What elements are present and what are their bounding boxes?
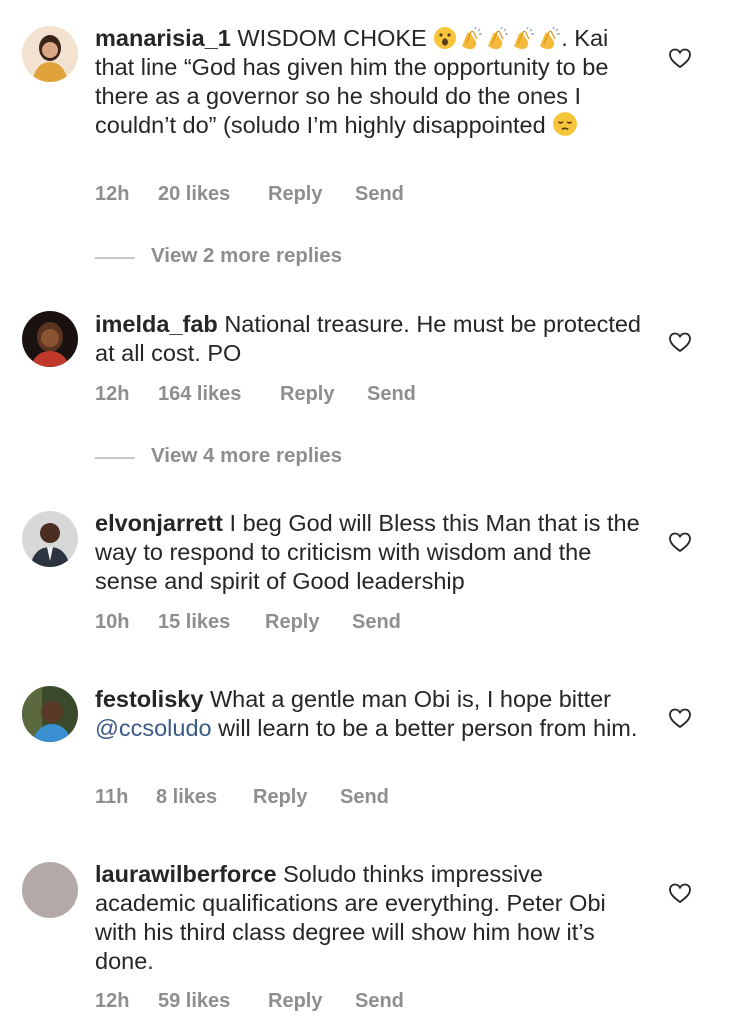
- heart-outline-icon[interactable]: [668, 531, 692, 553]
- likes-count[interactable]: 8 likes: [156, 786, 217, 809]
- likes-count[interactable]: 59 likes: [158, 990, 230, 1013]
- heart-outline-icon[interactable]: [668, 331, 692, 353]
- heart-outline-icon[interactable]: [668, 882, 692, 904]
- clapping-hands-icon: [540, 26, 561, 50]
- avatar[interactable]: [22, 686, 78, 742]
- likes-count[interactable]: 20 likes: [158, 183, 230, 206]
- timestamp: 10h: [95, 611, 130, 633]
- mention-link[interactable]: @ccsoludo: [95, 715, 212, 741]
- reply-button[interactable]: Reply: [265, 611, 319, 634]
- heart-outline-icon[interactable]: [668, 707, 692, 729]
- reply-button[interactable]: Reply: [268, 990, 322, 1013]
- avatar[interactable]: [22, 511, 78, 567]
- comment-body: elvonjarrett I beg God will Bless this M…: [95, 509, 650, 596]
- timestamp: 12h: [95, 383, 130, 405]
- reply-button[interactable]: Reply: [268, 183, 322, 206]
- comment-text-cont: will learn to be a better person from hi…: [218, 715, 638, 741]
- view-replies-label: View 4 more replies: [151, 444, 343, 467]
- comment-text: WISDOM CHOKE: [237, 25, 427, 51]
- avatar[interactable]: [22, 26, 78, 82]
- timestamp: 12h: [95, 183, 130, 205]
- avatar[interactable]: [22, 311, 78, 367]
- reply-button[interactable]: Reply: [280, 383, 334, 406]
- comment-body: laurawilberforce Soludo thinks impressiv…: [95, 860, 650, 976]
- replies-divider: [95, 257, 135, 259]
- username[interactable]: festolisky: [95, 686, 203, 712]
- clapping-hands-icon: [462, 26, 483, 50]
- username[interactable]: laurawilberforce: [95, 861, 277, 887]
- replies-divider: [95, 457, 135, 459]
- send-button[interactable]: Send: [355, 990, 404, 1013]
- likes-count[interactable]: 15 likes: [158, 611, 230, 634]
- comment-text: What a gentle man Obi is, I hope bitter: [209, 686, 611, 712]
- timestamp: 11h: [95, 786, 129, 808]
- comment-body: manarisia_1 WISDOM CHOKE . Kai that line…: [95, 24, 650, 140]
- reply-button[interactable]: Reply: [253, 786, 307, 809]
- username[interactable]: manarisia_1: [95, 25, 231, 51]
- send-button[interactable]: Send: [340, 786, 389, 809]
- send-button[interactable]: Send: [355, 183, 404, 206]
- send-button[interactable]: Send: [352, 611, 401, 634]
- comment-body: festolisky What a gentle man Obi is, I h…: [95, 685, 650, 743]
- heart-outline-icon[interactable]: [668, 47, 692, 69]
- clapping-hands-icon: [514, 26, 535, 50]
- send-button[interactable]: Send: [367, 383, 416, 406]
- avatar[interactable]: [22, 862, 78, 918]
- timestamp: 12h: [95, 990, 130, 1012]
- comment-body: imelda_fab National treasure. He must be…: [95, 310, 650, 368]
- astonished-face-icon: [434, 27, 457, 49]
- username[interactable]: imelda_fab: [95, 311, 218, 337]
- pensive-face-icon: [553, 112, 578, 136]
- view-replies-label: View 2 more replies: [151, 244, 343, 267]
- likes-count[interactable]: 164 likes: [158, 383, 241, 406]
- username[interactable]: elvonjarrett: [95, 510, 223, 536]
- clapping-hands-icon: [488, 26, 509, 50]
